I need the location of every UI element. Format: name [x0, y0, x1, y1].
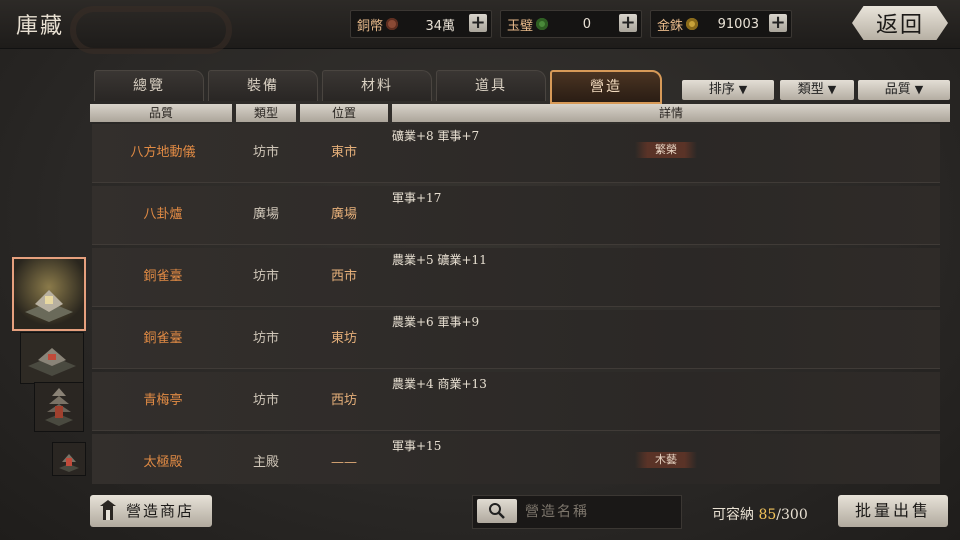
- column-header-quality[interactable]: 品質: [90, 104, 232, 122]
- item-type: 廣場: [252, 207, 279, 222]
- tab-construction[interactable]: 營造: [550, 70, 662, 104]
- item-name: 八卦爐: [143, 207, 183, 222]
- bulk-sell-button[interactable]: 批量出售: [838, 495, 948, 527]
- building-icon: [25, 290, 73, 322]
- capacity-max: /300: [776, 507, 808, 523]
- item-location: 東市: [330, 145, 357, 160]
- type-dropdown[interactable]: 類型 ▼: [780, 80, 854, 100]
- column-header-type[interactable]: 類型: [236, 104, 296, 122]
- add-jade-button[interactable]: +: [619, 14, 637, 32]
- currency-gold-value: 91003: [717, 16, 759, 32]
- item-location: 西坊: [330, 393, 357, 408]
- add-gold-button[interactable]: +: [769, 14, 787, 32]
- item-type: 坊市: [252, 331, 279, 346]
- tower-icon: [59, 453, 79, 472]
- tab-overview[interactable]: 總覽: [94, 70, 204, 101]
- selected-building-thumbnail[interactable]: [12, 257, 86, 331]
- gold-coin-icon: [686, 18, 699, 30]
- capacity-count: 85: [758, 507, 777, 523]
- item-details: 農業+6 軍事+9: [392, 315, 480, 329]
- item-type: 坊市: [252, 145, 279, 160]
- currency-jade-value: 0: [582, 16, 591, 32]
- item-name: 青梅亭: [143, 393, 183, 408]
- search-button[interactable]: [477, 499, 517, 523]
- column-header-location[interactable]: 位置: [300, 104, 388, 122]
- title-ornament: [70, 6, 232, 54]
- sort-dropdown[interactable]: 排序 ▼: [682, 80, 774, 100]
- currency-gold-label: 金銖: [657, 18, 684, 34]
- construction-shop-button[interactable]: 營造商店: [90, 495, 212, 527]
- chevron-down-icon: ▼: [738, 83, 748, 96]
- construction-shop-label: 營造商店: [126, 502, 195, 520]
- item-location: ——: [331, 455, 357, 470]
- currency-gold: 金銖 91003 +: [650, 10, 792, 38]
- item-location: 廣場: [330, 207, 357, 222]
- quality-dropdown-label: 品質: [884, 82, 911, 97]
- column-header-details: 詳情: [392, 104, 950, 122]
- currency-copper: 銅幣 34萬 +: [350, 10, 492, 38]
- sort-dropdown-label: 排序: [708, 82, 735, 97]
- currency-jade-label: 玉璧: [507, 18, 534, 34]
- type-dropdown-label: 類型: [797, 82, 824, 97]
- item-badge: 繁榮: [635, 142, 697, 158]
- currency-copper-label: 銅幣: [357, 18, 384, 34]
- back-button[interactable]: 返回: [852, 6, 948, 40]
- item-name: 太極殿: [143, 455, 183, 470]
- table-row[interactable]: 太極殿 主殿 —— 軍事+15 木藝: [92, 434, 940, 484]
- item-details: 礦業+8 軍事+7: [392, 129, 480, 143]
- tab-equipment[interactable]: 裝備: [208, 70, 318, 101]
- building-thumbnail[interactable]: [34, 382, 84, 432]
- building-thumbnail[interactable]: [52, 442, 86, 476]
- item-location: 西市: [330, 269, 357, 284]
- item-details: 農業+5 礦業+11: [392, 253, 487, 267]
- jade-coin-icon: [536, 18, 549, 30]
- add-copper-button[interactable]: +: [469, 14, 487, 32]
- tab-materials[interactable]: 材料: [322, 70, 432, 101]
- capacity-label: 可容納: [712, 507, 754, 523]
- currency-copper-value: 34萬: [425, 18, 455, 34]
- chevron-down-icon: ▼: [827, 83, 837, 96]
- shop-icon: [100, 500, 116, 520]
- search-box: [472, 495, 682, 529]
- item-details: 軍事+15: [392, 439, 442, 453]
- item-name: 銅雀臺: [143, 331, 183, 346]
- item-name: 八方地動儀: [130, 145, 196, 160]
- page-title: 庫藏: [16, 14, 65, 39]
- item-badge: 木藝: [635, 452, 697, 468]
- copper-coin-icon: [386, 18, 399, 30]
- chevron-down-icon: ▼: [914, 83, 924, 96]
- quality-dropdown[interactable]: 品質 ▼: [858, 80, 950, 100]
- tab-items[interactable]: 道具: [436, 70, 546, 101]
- search-input[interactable]: [523, 500, 677, 524]
- search-icon: [489, 503, 505, 519]
- building-icon: [28, 348, 76, 376]
- item-details: 農業+4 商業+13: [392, 377, 487, 391]
- pagoda-icon: [45, 388, 73, 427]
- item-name: 銅雀臺: [143, 269, 183, 284]
- top-bar: 庫藏 銅幣 34萬 + 玉璧 0 + 金銖 91003 + 返回: [0, 0, 960, 54]
- capacity-display: 可容納 85/300: [712, 504, 808, 524]
- building-thumbnail[interactable]: [20, 332, 84, 384]
- item-details: 軍事+17: [392, 191, 442, 205]
- construction-list: 八方地動儀 坊市 東市 礦業+8 軍事+7 繁榮 八卦爐 廣場 廣場 軍事+17…: [92, 124, 948, 484]
- item-type: 坊市: [252, 269, 279, 284]
- currency-jade: 玉璧 0 +: [500, 10, 642, 38]
- item-location: 東坊: [330, 331, 357, 346]
- item-type: 坊市: [252, 393, 279, 408]
- item-type: 主殿: [252, 455, 279, 470]
